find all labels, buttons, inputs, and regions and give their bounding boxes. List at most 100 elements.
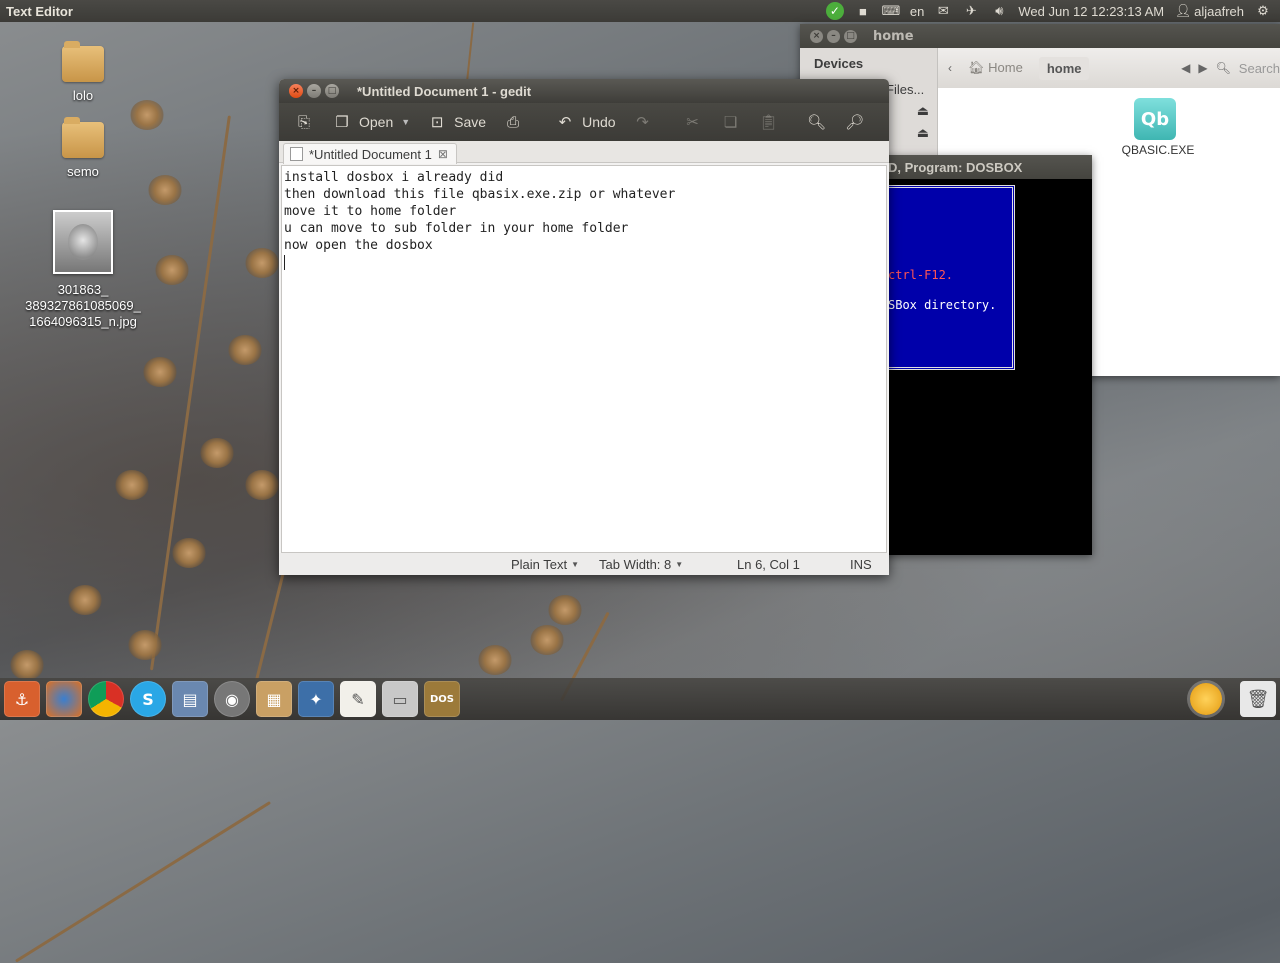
open-label: Open — [359, 114, 394, 130]
username[interactable]: aljaafreh — [1194, 4, 1244, 19]
text-line: move it to home folder — [284, 204, 457, 219]
keyboard-icon[interactable]: ⌨ — [882, 2, 901, 20]
undo-button[interactable]: ↶ Undo — [548, 108, 621, 136]
volume-icon[interactable]: 🔊︎ — [990, 2, 1008, 20]
insert-mode: INS — [850, 556, 872, 572]
breadcrumb-current[interactable]: home — [1038, 56, 1090, 80]
redo-icon: ↷ — [636, 114, 649, 131]
keyboard-layout[interactable]: en — [910, 4, 924, 19]
desktop-icon-label: semo — [67, 164, 99, 179]
trash-icon[interactable]: 🗑︎ — [1240, 681, 1276, 717]
dosbox-icon[interactable]: DOS — [424, 681, 460, 717]
maximize-icon[interactable]: □ — [325, 84, 339, 98]
language-selector[interactable]: Plain Text ▼ — [511, 557, 579, 572]
text-line: u can move to sub folder in your home fo… — [284, 221, 629, 236]
close-icon[interactable]: × — [289, 84, 303, 98]
cursor-position: Ln 6, Col 1 — [737, 556, 800, 572]
minimize-icon[interactable]: – — [307, 84, 321, 98]
folder-icon — [62, 41, 104, 82]
dash-icon[interactable]: ⚓ — [4, 681, 40, 717]
qbasic-file-label[interactable]: QBASIC.EXE — [1108, 143, 1208, 157]
print-button[interactable]: ⎙ — [496, 108, 530, 136]
open-recent-dropdown[interactable]: ▼ — [401, 117, 410, 127]
text-editor-area[interactable]: install dosbox i already did then downlo… — [281, 165, 887, 553]
network-icon[interactable]: ✈ — [962, 2, 980, 20]
forward-arrow-icon[interactable]: ▶ — [1198, 61, 1207, 75]
top-panel: Text Editor ✓ ■ ⌨ en ✉ ✈ 🔊︎ Wed Jun 12 1… — [0, 0, 1280, 22]
close-icon[interactable]: × — [810, 29, 823, 43]
new-document-button[interactable]: ⎘ — [287, 108, 321, 136]
tab-close-icon[interactable]: ⊠ — [438, 147, 448, 161]
desktop-folder-lolo[interactable]: lolo — [38, 41, 128, 103]
new-document-icon: ⎘ — [297, 113, 310, 131]
launcher-bar: ⚓ S ▤ ◉ ▦ ✦ ✎ ▭ DOS — [0, 678, 1280, 720]
files-titlebar[interactable]: × – □ home — [800, 24, 1280, 48]
path-left-icon[interactable]: ‹ — [948, 61, 952, 75]
undo-icon: ↶ — [558, 114, 572, 131]
launcher-tray: 🗑︎ — [1190, 678, 1280, 720]
cursor-line — [284, 254, 884, 271]
indicator-area: ✓ ■ ⌨ en ✉ ✈ 🔊︎ Wed Jun 12 12:23:13 AM 👤… — [825, 0, 1280, 22]
speaker-icon[interactable]: ◉ — [214, 681, 250, 717]
find-replace-icon: 🔎︎ — [845, 114, 865, 131]
save-icon: ⊡ — [430, 114, 444, 131]
find-button[interactable]: 🔍︎ — [800, 108, 834, 136]
window-title: *Untitled Document 1 - gedit — [357, 83, 532, 99]
window-indicator-icon[interactable]: ■ — [854, 2, 872, 20]
scanner-icon[interactable]: ▭ — [382, 681, 418, 717]
desktop-icon-label: lolo — [72, 88, 94, 103]
sidebar-heading: Devices — [814, 56, 864, 71]
files-toolbar: ‹ 🏠︎ Home home ◀ ▶ 🔍︎ Search — [938, 48, 1280, 88]
open-icon: ❐ — [335, 114, 349, 131]
mail-icon[interactable]: ✉ — [934, 2, 952, 20]
paste-icon: 📋︎ — [759, 114, 779, 131]
text-editor-icon[interactable]: ✎ — [340, 681, 376, 717]
user-icon[interactable]: 👤︎ — [1174, 2, 1192, 20]
tab-untitled-document[interactable]: *Untitled Document 1 ⊠ — [283, 143, 457, 164]
bluefish-icon[interactable]: ✦ — [298, 681, 334, 717]
back-arrow-icon[interactable]: ◀ — [1181, 61, 1190, 75]
image-thumbnail — [53, 210, 113, 274]
save-button[interactable]: ⊡ Save — [420, 108, 492, 136]
cut-button[interactable]: ✂ — [676, 108, 710, 136]
copy-button[interactable]: ❏ — [714, 108, 748, 136]
firefox-icon[interactable] — [46, 681, 82, 717]
tab-label: *Untitled Document 1 — [309, 146, 432, 162]
package-icon[interactable]: ▦ — [256, 681, 292, 717]
text-line: then download this file qbasix.exe.zip o… — [284, 187, 676, 202]
redo-button[interactable]: ↷ — [626, 108, 660, 136]
dosbox-titlebar[interactable]: D, Program: DOSBOX — [860, 155, 1092, 179]
files-icon[interactable]: ▤ — [172, 681, 208, 717]
desktop-folder-semo[interactable]: semo — [38, 117, 128, 179]
save-label: Save — [454, 114, 487, 130]
text-line: install dosbox i already did — [284, 170, 504, 185]
files-window-title: home — [873, 28, 914, 44]
undo-label: Undo — [582, 114, 616, 130]
document-tab-bar: *Untitled Document 1 ⊠ — [279, 141, 889, 164]
search-button[interactable]: Search — [1239, 61, 1280, 76]
find-replace-button[interactable]: 🔎︎ — [838, 108, 872, 136]
qbasic-file-icon[interactable]: Qb — [1134, 98, 1176, 140]
maximize-icon[interactable]: □ — [844, 29, 857, 43]
gedit-titlebar[interactable]: × – □ *Untitled Document 1 - gedit — [279, 79, 889, 103]
paste-button[interactable]: 📋︎ — [752, 108, 786, 136]
update-ok-icon[interactable]: ✓ — [825, 2, 844, 20]
minimize-icon[interactable]: – — [827, 29, 840, 43]
gear-icon[interactable]: ⚙ — [1254, 2, 1272, 20]
text-cursor — [284, 255, 285, 270]
text-line: now open the dosbox — [284, 238, 433, 253]
cut-icon: ✂ — [686, 114, 699, 131]
tab-width-selector[interactable]: Tab Width: 8 ▼ — [599, 557, 683, 572]
clock[interactable]: Wed Jun 12 12:23:13 AM — [1018, 4, 1164, 19]
skype-icon[interactable]: S — [130, 681, 166, 717]
dosbox-window: D, Program: DOSBOX ctrl-F12. SBox direct… — [860, 155, 1092, 555]
chrome-icon[interactable] — [88, 681, 124, 717]
search-icon[interactable]: 🔍︎ — [1216, 61, 1231, 75]
workspace-switcher-icon[interactable] — [1190, 683, 1222, 715]
breadcrumb-home[interactable]: 🏠︎ Home — [960, 56, 1031, 80]
chevron-down-icon: ▼ — [675, 559, 684, 569]
print-icon: ⎙ — [507, 113, 520, 131]
dosbox-text-line: SBox directory. — [888, 298, 997, 312]
desktop-file-photo[interactable]: 301863_ 389327861085069_ 1664096315_n.jp… — [20, 210, 146, 330]
open-button[interactable]: ❐ Open — [325, 108, 399, 136]
